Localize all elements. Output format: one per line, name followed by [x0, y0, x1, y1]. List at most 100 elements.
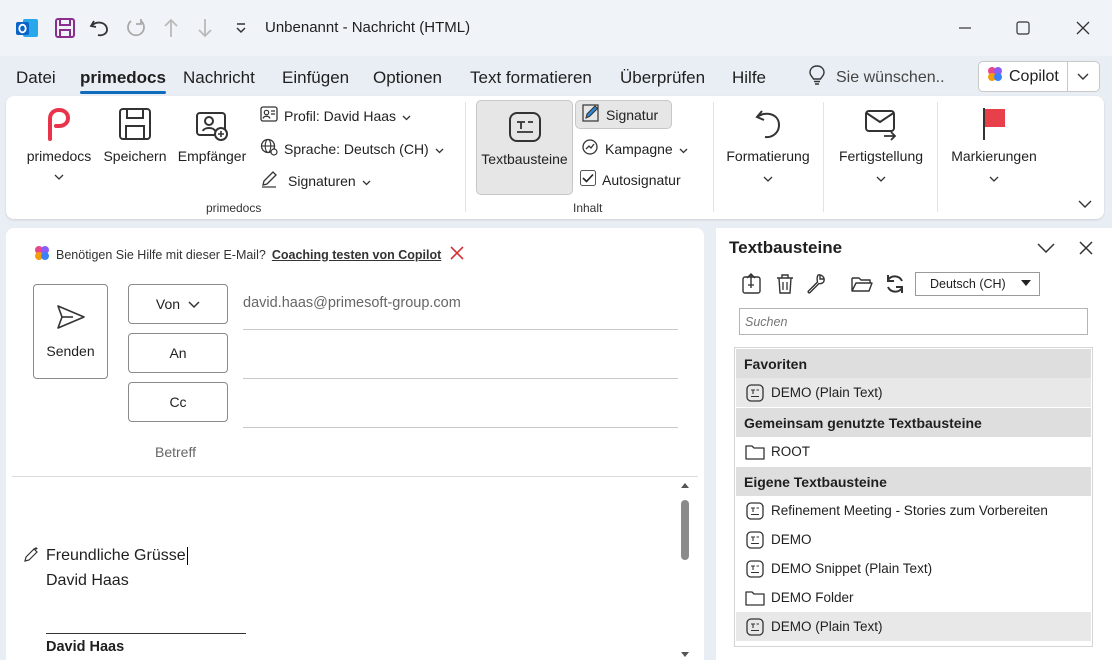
- mail-forward-icon: [864, 104, 898, 144]
- tell-me-placeholder: Sie wünschen..: [836, 68, 945, 86]
- markierungen-button[interactable]: Markierungen: [944, 104, 1044, 186]
- section-shared[interactable]: Gemeinsam genutzte Textbausteine: [736, 408, 1091, 437]
- tab-datei[interactable]: Datei: [16, 68, 56, 88]
- dismiss-close-icon[interactable]: [449, 245, 465, 264]
- ribbon-separator: [823, 102, 824, 212]
- textbausteine-pane: Textbausteine Deutsch (CH) Favoriten DEM…: [716, 228, 1112, 660]
- fertigstellung-button[interactable]: Fertigstellung: [832, 104, 930, 186]
- list-item[interactable]: DEMO (Plain Text): [736, 612, 1091, 641]
- open-folder-icon[interactable]: [850, 272, 874, 296]
- save-button[interactable]: Speichern: [100, 104, 170, 164]
- recipient-card-icon: [195, 104, 229, 144]
- arrow-down-icon: [192, 14, 218, 42]
- tab-optionen[interactable]: Optionen: [373, 68, 442, 88]
- undo-arrow-icon: [752, 104, 784, 144]
- customize-toolbar-icon[interactable]: [228, 14, 254, 42]
- tab-einfuegen[interactable]: Einfügen: [282, 68, 349, 88]
- language-dropdown[interactable]: Sprache: Deutsch (CH): [260, 138, 444, 159]
- group-label-primedocs: primedocs: [206, 201, 262, 215]
- insert-snippet-icon[interactable]: [740, 272, 764, 296]
- signature-edit-icon: [582, 104, 600, 125]
- list-item[interactable]: DEMO Folder: [736, 583, 1091, 612]
- minimize-icon[interactable]: [950, 14, 980, 42]
- save-icon[interactable]: [52, 14, 78, 42]
- profile-card-icon: [260, 106, 278, 125]
- list-item[interactable]: Refinement Meeting - Stories zum Vorbere…: [736, 496, 1091, 525]
- chevron-down-icon: [679, 141, 688, 157]
- tab-text-formatieren[interactable]: Text formatieren: [470, 68, 592, 88]
- text-cursor: [186, 547, 188, 565]
- snippet-search-input[interactable]: [739, 308, 1088, 335]
- close-icon[interactable]: [1068, 14, 1098, 42]
- copilot-main[interactable]: Copilot: [979, 62, 1068, 91]
- delete-trash-icon[interactable]: [773, 272, 797, 296]
- pane-collapse-chevron-icon[interactable]: [1036, 238, 1056, 258]
- list-item[interactable]: DEMO Snippet (Plain Text): [736, 554, 1091, 583]
- copilot-hint: Benötigen Sie Hilfe mit dieser E-Mail? C…: [34, 245, 465, 264]
- list-item[interactable]: ROOT: [736, 437, 1091, 466]
- cc-button[interactable]: Cc: [128, 382, 228, 422]
- chevron-down-icon: [989, 170, 999, 186]
- tab-ueberpruefen[interactable]: Überprüfen: [620, 68, 705, 88]
- signatur-button[interactable]: Signatur: [575, 100, 672, 129]
- window-title: Unbenannt - Nachricht (HTML): [265, 19, 471, 36]
- snippet-icon: [745, 501, 765, 521]
- section-favorites[interactable]: Favoriten: [736, 349, 1091, 378]
- language-select[interactable]: Deutsch (CH): [915, 272, 1040, 296]
- folder-icon: [745, 588, 765, 608]
- group-label-inhalt: Inhalt: [573, 201, 603, 215]
- checkbox-checked-icon[interactable]: [580, 170, 596, 189]
- list-item[interactable]: DEMO (Plain Text): [736, 378, 1091, 407]
- chevron-down-icon: [763, 170, 773, 186]
- scrollbar-thumb[interactable]: [681, 500, 689, 560]
- ribbon-separator: [713, 102, 714, 212]
- snippet-icon: [745, 530, 765, 550]
- undo-icon[interactable]: [87, 14, 113, 42]
- tell-me-search[interactable]: Sie wünschen..: [808, 64, 945, 91]
- tab-nachricht[interactable]: Nachricht: [183, 68, 255, 88]
- tab-primedocs[interactable]: primedocs: [80, 68, 166, 94]
- snippet-icon: [745, 383, 765, 403]
- subject-field[interactable]: Betreff: [155, 444, 196, 460]
- to-button[interactable]: An: [128, 333, 228, 373]
- tab-hilfe[interactable]: Hilfe: [732, 68, 766, 88]
- body-greeting[interactable]: Freundliche Grüsse: [46, 547, 188, 565]
- text-block-icon: [508, 107, 542, 147]
- signature-edit-icon[interactable]: [22, 546, 40, 567]
- refresh-icon[interactable]: [883, 272, 907, 296]
- menu-bar: Datei primedocs Nachricht Einfügen Optio…: [0, 60, 1112, 94]
- send-button[interactable]: Senden: [33, 284, 108, 379]
- list-item[interactable]: DEMO: [736, 525, 1091, 554]
- profile-dropdown[interactable]: Profil: David Haas: [260, 106, 411, 125]
- chevron-down-icon: [402, 108, 411, 124]
- maximize-icon[interactable]: [1008, 14, 1038, 42]
- flag-icon: [980, 104, 1008, 144]
- recipient-button[interactable]: Empfänger: [174, 104, 250, 164]
- copilot-icon: [34, 245, 50, 264]
- save-icon: [118, 104, 152, 144]
- ribbon-collapse-chevron-icon[interactable]: [1078, 196, 1092, 212]
- section-own[interactable]: Eigene Textbausteine: [736, 467, 1091, 496]
- ribbon: primedocs Speichern Empfänger Profil: Da…: [6, 96, 1104, 219]
- signatures-dropdown[interactable]: Signaturen: [260, 170, 371, 191]
- chevron-down-icon: [435, 141, 444, 157]
- chevron-down-icon: [362, 173, 371, 189]
- cc-field[interactable]: [243, 427, 678, 428]
- signature-rule: [46, 633, 246, 634]
- kampagne-dropdown[interactable]: Kampagne: [581, 138, 688, 159]
- copilot-button[interactable]: Copilot: [978, 61, 1100, 92]
- from-button[interactable]: Von: [128, 284, 228, 324]
- header-divider: [12, 476, 698, 477]
- primedocs-button[interactable]: primedocs: [22, 104, 96, 184]
- send-icon: [56, 304, 86, 333]
- formatierung-button[interactable]: Formatierung: [720, 104, 816, 186]
- copilot-coaching-link[interactable]: Coaching testen von Copilot: [272, 248, 441, 262]
- wrench-settings-icon[interactable]: [804, 272, 828, 296]
- pane-close-icon[interactable]: [1076, 238, 1096, 258]
- dropdown-arrow-icon: [1021, 280, 1031, 286]
- compose-area: Benötigen Sie Hilfe mit dieser E-Mail? C…: [6, 228, 704, 660]
- textbausteine-button[interactable]: Textbausteine: [476, 100, 573, 195]
- chevron-down-icon[interactable]: [1068, 73, 1099, 81]
- autosignatur-checkbox[interactable]: Autosignatur: [580, 170, 681, 189]
- to-field[interactable]: [243, 378, 678, 379]
